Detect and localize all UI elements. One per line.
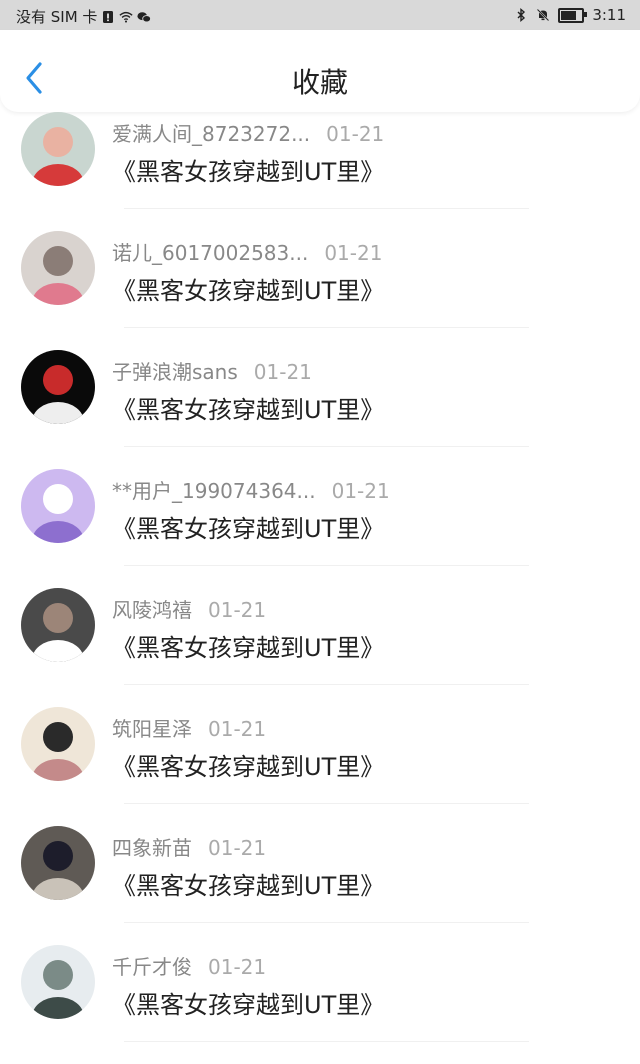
avatar[interactable] xyxy=(21,826,95,900)
favorite-item[interactable]: 筑阳星泽 01-21 《黑客女孩穿越到UT里》 xyxy=(0,707,640,826)
favorite-meta: 风陵鸿禧 01-21 xyxy=(112,594,266,623)
mute-bell-icon xyxy=(537,8,550,22)
post-date: 01-21 xyxy=(208,836,267,860)
avatar[interactable] xyxy=(21,231,95,305)
divider xyxy=(124,327,529,328)
battery-icon xyxy=(558,7,588,23)
favorite-meta: 千斤才俊 01-21 xyxy=(112,951,266,980)
clock-text: 3:11 xyxy=(592,6,626,24)
favorite-item[interactable]: 风陵鸿禧 01-21 《黑客女孩穿越到UT里》 xyxy=(0,588,640,707)
avatar[interactable] xyxy=(21,112,95,186)
post-date: 01-21 xyxy=(253,360,312,384)
favorites-list: 爱满人间_8723272... 01-21 《黑客女孩穿越到UT里》 诺儿_601… xyxy=(0,112,640,1064)
user-name[interactable]: 千斤才俊 xyxy=(112,955,192,979)
post-date: 01-21 xyxy=(208,955,267,979)
favorite-meta: 爱满人间_8723272... 01-21 xyxy=(112,118,384,147)
user-name[interactable]: 筑阳星泽 xyxy=(112,717,192,741)
divider xyxy=(124,565,529,566)
favorite-meta: 诺儿_6017002583... 01-21 xyxy=(112,237,382,266)
post-date: 01-21 xyxy=(326,122,385,146)
divider xyxy=(124,446,529,447)
post-date: 01-21 xyxy=(208,717,267,741)
book-title[interactable]: 《黑客女孩穿越到UT里》 xyxy=(112,747,384,782)
carrier-text: 没有 SIM 卡 xyxy=(16,8,98,26)
avatar[interactable] xyxy=(21,350,95,424)
page-header: 收藏 xyxy=(0,30,640,112)
divider xyxy=(124,922,529,923)
favorite-item[interactable]: 子弹浪潮sans 01-21 《黑客女孩穿越到UT里》 xyxy=(0,350,640,469)
favorite-meta: **用户_199074364... 01-21 xyxy=(112,475,390,504)
avatar[interactable] xyxy=(21,945,95,1019)
book-title[interactable]: 《黑客女孩穿越到UT里》 xyxy=(112,390,384,425)
user-name[interactable]: 爱满人间_8723272... xyxy=(112,122,310,146)
user-name[interactable]: 子弹浪潮sans xyxy=(112,360,238,384)
user-name[interactable]: 风陵鸿禧 xyxy=(112,598,192,622)
user-name[interactable]: 诺儿_6017002583... xyxy=(112,241,308,265)
favorite-item[interactable]: 爱满人间_8723272... 01-21 《黑客女孩穿越到UT里》 xyxy=(0,112,640,231)
post-date: 01-21 xyxy=(331,479,390,503)
sim-alert-icon xyxy=(103,10,114,23)
divider xyxy=(124,1041,529,1042)
post-date: 01-21 xyxy=(324,241,383,265)
user-name[interactable]: **用户_199074364... xyxy=(112,479,316,503)
page-title: 收藏 xyxy=(291,66,348,99)
status-right: 3:11 xyxy=(514,6,626,24)
favorite-item[interactable]: 诺儿_6017002583... 01-21 《黑客女孩穿越到UT里》 xyxy=(0,231,640,350)
divider xyxy=(124,208,529,209)
book-title[interactable]: 《黑客女孩穿越到UT里》 xyxy=(112,628,384,663)
favorite-meta: 筑阳星泽 01-21 xyxy=(112,713,266,742)
avatar[interactable] xyxy=(21,469,95,543)
favorite-item[interactable]: **用户_199074364... 01-21 《黑客女孩穿越到UT里》 xyxy=(0,469,640,588)
bluetooth-icon xyxy=(517,8,526,22)
divider xyxy=(124,803,529,804)
book-title[interactable]: 《黑客女孩穿越到UT里》 xyxy=(112,509,384,544)
wechat-icon xyxy=(137,11,152,22)
book-title[interactable]: 《黑客女孩穿越到UT里》 xyxy=(112,152,384,187)
book-title[interactable]: 《黑客女孩穿越到UT里》 xyxy=(112,866,384,901)
post-date: 01-21 xyxy=(208,598,267,622)
avatar[interactable] xyxy=(21,588,95,662)
favorite-meta: 子弹浪潮sans 01-21 xyxy=(112,356,312,385)
book-title[interactable]: 《黑客女孩穿越到UT里》 xyxy=(112,271,384,306)
wifi-icon xyxy=(119,11,134,23)
favorite-item[interactable]: 四象新苗 01-21 《黑客女孩穿越到UT里》 xyxy=(0,826,640,945)
status-left: 没有 SIM 卡 xyxy=(16,6,152,27)
avatar[interactable] xyxy=(21,707,95,781)
favorite-item[interactable]: 千斤才俊 01-21 《黑客女孩穿越到UT里》 xyxy=(0,945,640,1064)
divider xyxy=(124,684,529,685)
book-title[interactable]: 《黑客女孩穿越到UT里》 xyxy=(112,985,384,1020)
user-name[interactable]: 四象新苗 xyxy=(112,836,192,860)
favorite-meta: 四象新苗 01-21 xyxy=(112,832,266,861)
status-bar: 没有 SIM 卡 3:11 xyxy=(0,0,640,30)
